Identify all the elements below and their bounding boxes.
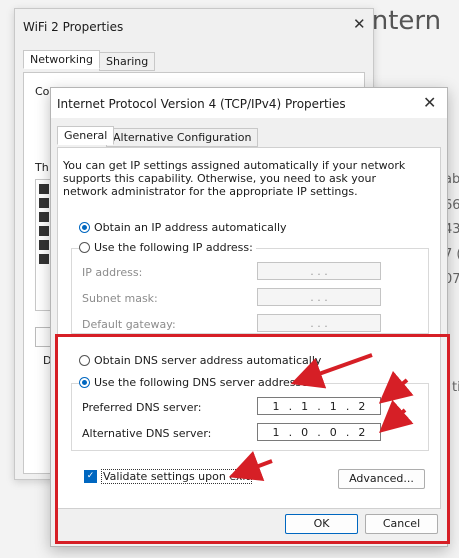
arrow-icon (378, 370, 414, 404)
arrow-icon (290, 353, 373, 389)
annotation-arrows (228, 353, 414, 481)
tab-general[interactable]: General (57, 126, 115, 145)
arrow-icon (228, 450, 273, 481)
arrow-icon (379, 399, 414, 433)
tab-networking[interactable]: Networking (23, 50, 100, 69)
